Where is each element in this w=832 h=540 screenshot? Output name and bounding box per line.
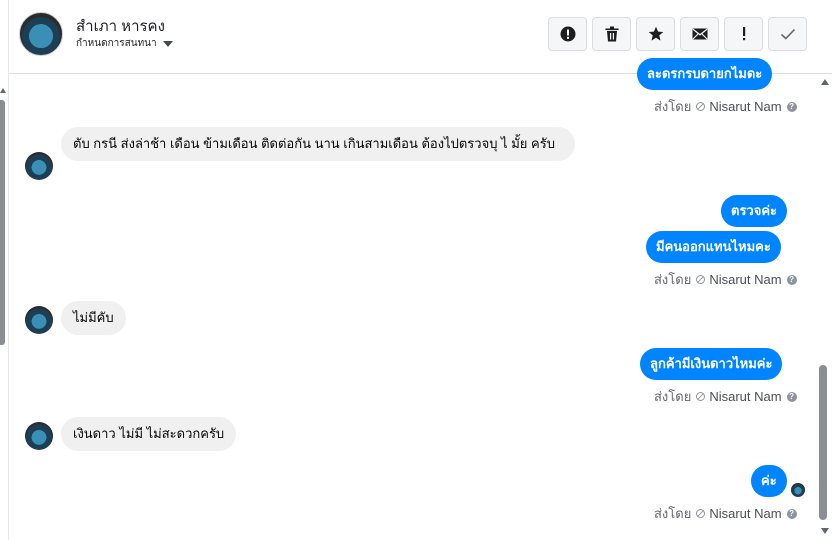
sent-by-label: ส่งโดย Nisarut Nam ?	[654, 96, 797, 117]
sender-name[interactable]: Nisarut Nam	[709, 389, 781, 404]
conversation-status-label: กำหนดการสนทนา	[76, 38, 157, 49]
envelope-icon	[692, 28, 707, 40]
star-icon	[648, 26, 663, 41]
contact-avatar-small[interactable]	[25, 306, 53, 334]
outgoing-message[interactable]: ลูกค้ามีเงินดาวไหมค่ะ	[640, 348, 783, 380]
checkmark-icon	[780, 28, 795, 40]
exclamation-icon	[742, 27, 745, 41]
alert-circle-icon	[560, 26, 575, 42]
sent-by-prefix: ส่งโดย	[654, 389, 692, 404]
delete-button[interactable]	[592, 17, 631, 51]
sender-name[interactable]: Nisarut Nam	[709, 506, 781, 521]
sent-by-label: ส่งโดย Nisarut Nam ?	[654, 503, 797, 524]
page-badge-icon	[696, 102, 706, 111]
scroll-up-arrow[interactable]	[821, 79, 829, 85]
sent-by-label: ส่งโดย Nisarut Nam ?	[654, 386, 797, 407]
contact-name[interactable]: สำเภา หารคง	[76, 14, 165, 38]
seen-avatar	[791, 483, 805, 497]
sent-by-prefix: ส่งโดย	[654, 506, 692, 521]
incoming-message[interactable]: ตับ กรนี ส่งล่าช้า เดือน ข้ามเดือน ติดต่…	[61, 127, 575, 161]
left-scroll-up-arrow[interactable]	[0, 88, 6, 93]
mark-unread-button[interactable]	[680, 17, 719, 51]
caret-down-icon	[162, 41, 173, 47]
outgoing-message[interactable]: ค่ะ	[751, 465, 787, 497]
mark-spam-button[interactable]	[548, 17, 587, 51]
page-badge-icon	[696, 509, 706, 518]
trash-icon	[605, 26, 618, 42]
help-icon[interactable]: ?	[786, 508, 797, 519]
flag-button[interactable]	[724, 17, 763, 51]
thread-scrollbar[interactable]	[817, 75, 832, 540]
conversation-toolbar	[548, 17, 807, 51]
star-button[interactable]	[636, 17, 675, 51]
incoming-message[interactable]: เงินดาว ไม่มี ไม่สะดวกครับ	[61, 417, 237, 451]
sent-by-label: ส่งโดย Nisarut Nam ?	[654, 269, 797, 290]
contact-avatar-small[interactable]	[25, 152, 53, 180]
page-badge-icon	[696, 392, 706, 401]
incoming-message[interactable]: ไม่มีคับ	[61, 301, 126, 335]
page-badge-icon	[696, 275, 706, 284]
help-icon[interactable]: ?	[786, 101, 797, 112]
scroll-down-arrow[interactable]	[821, 528, 829, 534]
sender-name[interactable]: Nisarut Nam	[709, 99, 781, 114]
sent-by-prefix: ส่งโดย	[654, 99, 692, 114]
help-icon[interactable]: ?	[786, 391, 797, 402]
contact-avatar[interactable]	[19, 12, 63, 56]
left-scroll-thumb[interactable]	[0, 100, 5, 345]
outgoing-message[interactable]: ตรวจค่ะ	[721, 195, 788, 227]
sent-by-prefix: ส่งโดย	[654, 272, 692, 287]
help-icon[interactable]: ?	[786, 274, 797, 285]
mark-done-button[interactable]	[768, 17, 807, 51]
outgoing-message[interactable]: มีคนออกแทนไหมคะ	[646, 231, 781, 263]
sender-name[interactable]: Nisarut Nam	[709, 272, 781, 287]
scroll-thumb[interactable]	[819, 365, 827, 520]
conversation-status-dropdown[interactable]: กำหนดการสนทนา	[76, 36, 173, 51]
outgoing-message[interactable]: ละดรกรบดายกไมดะ	[637, 58, 773, 90]
left-scrollbar[interactable]	[0, 0, 9, 540]
contact-avatar-small[interactable]	[25, 422, 53, 450]
